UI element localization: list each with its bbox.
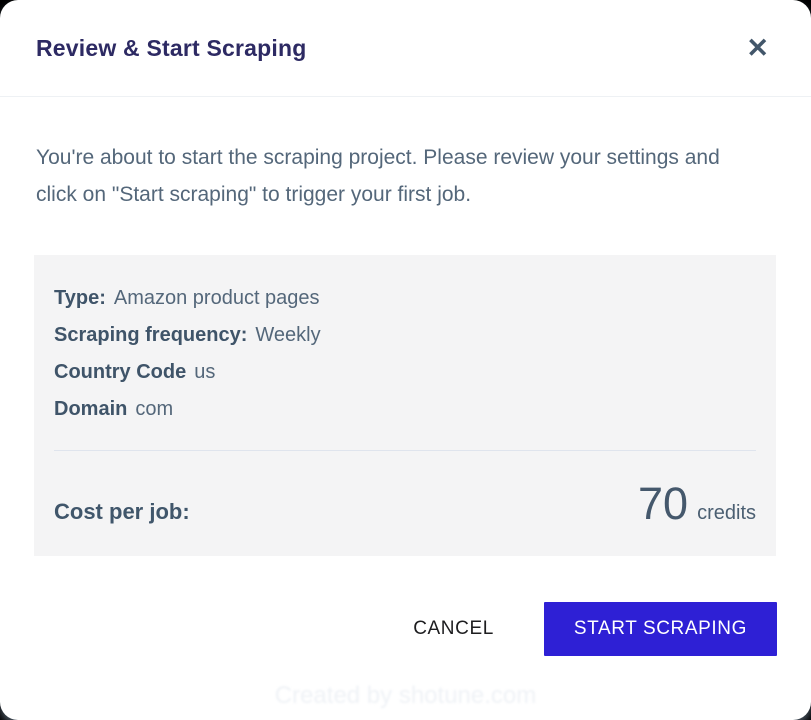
dialog-title: Review & Start Scraping [36,35,306,62]
dialog-header: Review & Start Scraping ✕ [0,0,811,97]
dialog-body: You're about to start the scraping proje… [0,97,811,213]
review-start-scraping-dialog: Review & Start Scraping ✕ You're about t… [0,0,811,720]
close-button[interactable]: ✕ [746,35,769,62]
summary-row-domain: Domain com [54,391,756,428]
cost-per-job-row: Cost per job: 70 credits [54,481,756,526]
summary-row-type: Type: Amazon product pages [54,280,756,317]
settings-summary-box: Type: Amazon product pages Scraping frequ… [34,255,776,556]
cost-unit: credits [697,502,756,525]
summary-value: com [135,398,173,420]
summary-divider [54,450,756,451]
cost-value: 70 [638,481,688,526]
dialog-description: You're about to start the scraping proje… [36,139,756,213]
summary-label: Type: [54,287,106,309]
close-icon: ✕ [746,33,769,63]
summary-value: Weekly [255,324,320,346]
summary-label: Scraping frequency: [54,324,247,346]
dialog-footer: CANCEL START SCRAPING [0,556,811,656]
summary-value: us [194,361,215,383]
summary-row-country-code: Country Code us [54,354,756,391]
cost-label: Cost per job: [54,499,190,525]
summary-label: Country Code [54,361,186,383]
summary-row-frequency: Scraping frequency: Weekly [54,317,756,354]
start-scraping-button[interactable]: START SCRAPING [544,602,777,656]
summary-value: Amazon product pages [114,287,320,309]
cancel-button[interactable]: CANCEL [413,618,494,640]
cost-value-group: 70 credits [638,481,756,526]
summary-label: Domain [54,398,127,420]
watermark: Created by shotune.com [275,682,536,710]
